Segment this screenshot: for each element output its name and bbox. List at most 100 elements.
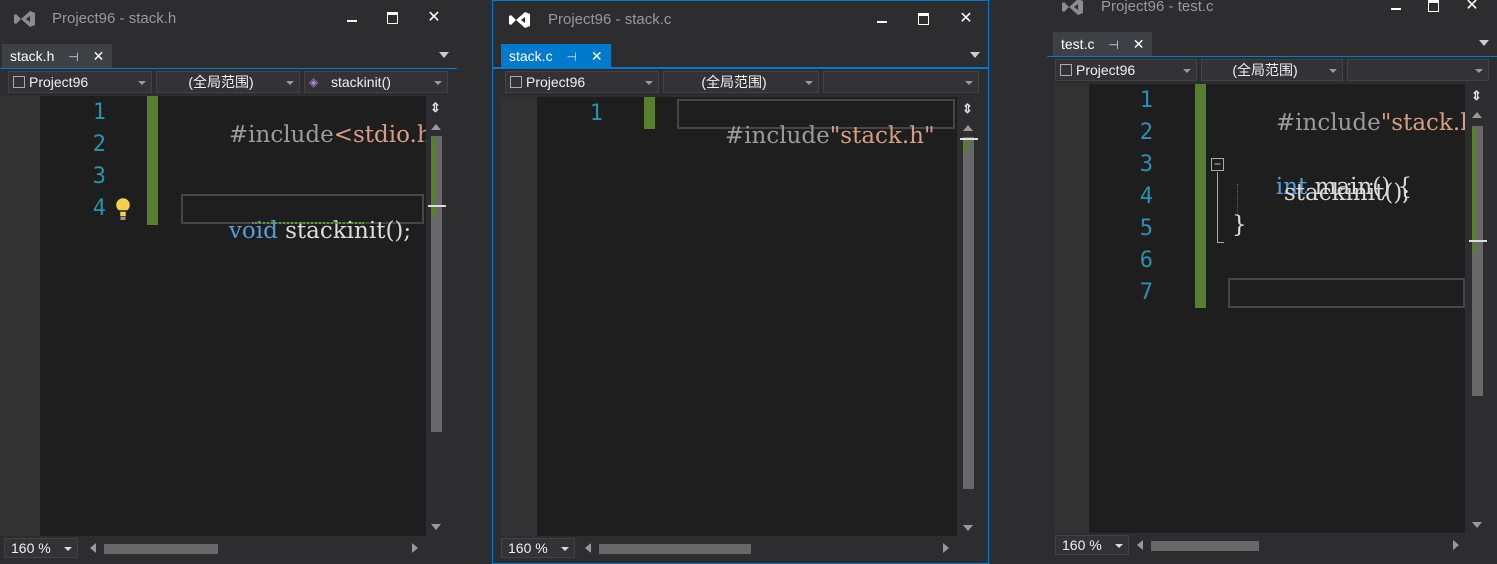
- horizontal-scrollbar[interactable]: [90, 540, 418, 556]
- vertical-scrollbar[interactable]: ⇕: [426, 96, 446, 536]
- tab-list-dropdown-icon[interactable]: [439, 52, 449, 58]
- scope-label: (全局范围): [701, 74, 767, 90]
- tab-list-dropdown-icon[interactable]: [1479, 40, 1489, 46]
- collapse-region-icon[interactable]: −: [1211, 158, 1224, 171]
- caret-position-marker: [960, 138, 978, 140]
- vertical-scrollbar[interactable]: ⇕: [958, 97, 978, 537]
- project-name: Project96: [526, 74, 586, 90]
- split-editor-icon[interactable]: ⇕: [430, 100, 441, 116]
- project-name: Project96: [1076, 62, 1136, 78]
- scroll-up-icon[interactable]: [1472, 112, 1482, 118]
- line-number: 5: [1139, 216, 1153, 241]
- horizontal-scrollbar[interactable]: [1137, 537, 1459, 553]
- chevron-down-icon: [1183, 69, 1191, 73]
- project-dropdown[interactable]: Project96: [8, 71, 152, 93]
- scroll-right-icon[interactable]: [1453, 540, 1459, 550]
- close-tab-icon[interactable]: ✕: [93, 44, 105, 68]
- maximize-button[interactable]: [1421, 0, 1447, 18]
- editor-window-test-c: Project96 - test.c ✕ test.c ⊣ ✕ Project9…: [1047, 0, 1497, 564]
- vertical-scrollbar[interactable]: ⇕: [1467, 84, 1487, 534]
- scroll-down-icon[interactable]: [431, 524, 441, 530]
- project-dropdown[interactable]: Project96: [1055, 59, 1197, 81]
- close-tab-icon[interactable]: ✕: [1133, 32, 1145, 56]
- tab-stack-c[interactable]: stack.c ⊣ ✕: [501, 44, 611, 68]
- code-editor[interactable]: 1 #include"stack.h": [501, 97, 957, 537]
- zoom-dropdown[interactable]: 160 %: [4, 538, 78, 558]
- chevron-down-icon: [1475, 69, 1483, 73]
- scroll-down-icon[interactable]: [1472, 522, 1482, 528]
- close-button[interactable]: ✕: [953, 7, 979, 31]
- scrollbar-thumb[interactable]: [1151, 541, 1259, 551]
- visual-studio-logo-icon: [1062, 0, 1083, 15]
- code-line-1: #include<stdio.h>: [185, 96, 446, 174]
- editor-window-stack-h: Project96 - stack.h ✕ stack.h ⊣ ✕ Projec…: [0, 0, 457, 564]
- line-number: 6: [1139, 248, 1153, 273]
- member-dropdown[interactable]: [823, 71, 979, 93]
- change-marker: [1472, 128, 1476, 254]
- project-icon: [510, 76, 522, 88]
- indicator-margin: [1055, 84, 1089, 534]
- line-number: 2: [1139, 120, 1153, 145]
- close-button[interactable]: ✕: [421, 6, 447, 30]
- maximize-button[interactable]: [380, 6, 406, 30]
- line-number: 4: [92, 196, 106, 221]
- zoom-dropdown[interactable]: 160 %: [501, 538, 575, 558]
- code-editor[interactable]: 1 2 3 4 #include<stdio.h> void stackinit…: [0, 96, 446, 536]
- pin-icon[interactable]: ⊣: [566, 45, 576, 69]
- scroll-left-icon[interactable]: [90, 543, 96, 553]
- pin-icon[interactable]: ⊣: [1108, 33, 1118, 57]
- line-number: 2: [92, 132, 106, 157]
- scroll-left-icon[interactable]: [585, 543, 591, 553]
- scope-dropdown[interactable]: (全局范围): [156, 71, 300, 93]
- minimize-button[interactable]: [869, 7, 895, 31]
- close-tab-icon[interactable]: ✕: [591, 44, 603, 68]
- editor-window-stack-c: Project96 - stack.c ✕ stack.c ⊣ ✕ Projec…: [492, 0, 989, 564]
- tab-label: stack.h: [10, 48, 55, 64]
- navigation-bar: Project96 (全局范围): [1047, 56, 1497, 83]
- title-bar: Project96 - test.c ✕: [1047, 0, 1497, 26]
- project-icon: [1060, 64, 1072, 76]
- scroll-left-icon[interactable]: [1137, 540, 1143, 550]
- tab-stack-h[interactable]: stack.h ⊣ ✕: [2, 44, 113, 69]
- tab-test-c[interactable]: test.c ⊣ ✕: [1053, 32, 1153, 57]
- member-dropdown[interactable]: ◈ stackinit(): [304, 71, 448, 93]
- scrollbar-thumb[interactable]: [599, 544, 751, 554]
- line-number: 4: [1139, 184, 1153, 209]
- window-title: Project96 - stack.c: [548, 11, 672, 28]
- lightbulb-icon[interactable]: [114, 196, 132, 222]
- minimize-button[interactable]: [339, 6, 365, 30]
- tab-list-dropdown-icon[interactable]: [970, 52, 980, 58]
- scroll-down-icon[interactable]: [963, 525, 973, 531]
- scroll-right-icon[interactable]: [943, 543, 949, 553]
- scope-label: (全局范围): [1232, 62, 1298, 78]
- split-editor-icon[interactable]: ⇕: [962, 101, 973, 117]
- change-marker: [963, 139, 967, 153]
- project-dropdown[interactable]: Project96: [505, 71, 659, 93]
- scope-label: (全局范围): [188, 74, 254, 90]
- zoom-dropdown[interactable]: 160 %: [1055, 535, 1129, 555]
- scroll-right-icon[interactable]: [412, 543, 418, 553]
- chevron-down-icon: [965, 81, 973, 85]
- minimize-button[interactable]: [1383, 0, 1409, 18]
- line-number: 1: [589, 101, 603, 126]
- close-button[interactable]: ✕: [1459, 0, 1485, 18]
- current-line-highlight: [1228, 278, 1465, 308]
- line-number: 7: [1139, 280, 1153, 305]
- horizontal-scrollbar[interactable]: [585, 540, 949, 556]
- line-number: 3: [1139, 152, 1153, 177]
- split-editor-icon[interactable]: ⇕: [1471, 88, 1482, 104]
- maximize-button[interactable]: [911, 7, 937, 31]
- code-editor[interactable]: 1 2 3 4 5 6 7 − #include"stack.h" int ma…: [1055, 84, 1465, 534]
- document-tab-row: stack.h ⊣ ✕: [0, 44, 457, 68]
- scrollbar-thumb[interactable]: [104, 544, 218, 554]
- preprocessor-directive: #include: [724, 123, 830, 149]
- scrollbar-thumb[interactable]: [963, 137, 974, 489]
- scope-dropdown[interactable]: (全局范围): [1201, 59, 1343, 81]
- pin-icon[interactable]: ⊣: [68, 45, 78, 69]
- scroll-up-icon[interactable]: [431, 124, 441, 130]
- scope-dropdown[interactable]: (全局范围): [663, 71, 819, 93]
- navigation-bar: Project96 (全局范围) ◈ stackinit(): [0, 68, 457, 95]
- change-tracking-bar: [1195, 84, 1206, 308]
- member-dropdown[interactable]: [1347, 59, 1489, 81]
- scroll-up-icon[interactable]: [963, 125, 973, 131]
